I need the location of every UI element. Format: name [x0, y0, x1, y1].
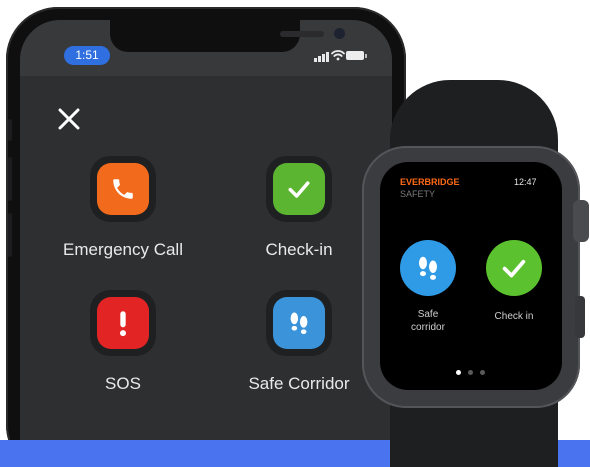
- close-icon[interactable]: [54, 104, 84, 134]
- emergency-call-label: Emergency Call: [63, 240, 183, 259]
- footsteps-icon: [273, 297, 325, 349]
- speaker-grille: [280, 31, 324, 37]
- watch-time: 12:47: [514, 177, 537, 187]
- exclamation-icon: [97, 297, 149, 349]
- safe-corridor-label: Safe Corridor: [248, 374, 350, 393]
- watch-band-bottom: [390, 400, 558, 467]
- watch-app-subtitle: SAFETY: [400, 189, 436, 199]
- volume-down-button: [8, 213, 12, 257]
- mute-switch: [8, 119, 12, 141]
- watch-side-button[interactable]: [575, 296, 585, 338]
- status-icons: [314, 48, 378, 64]
- phone-icon: [97, 163, 149, 215]
- watch-screen: EVERBRIDGE SAFETY 12:47 Safe corridor Ch…: [380, 162, 562, 390]
- smartphone: 1:51 Emergency Call Check-in SOS Safe Co…: [6, 7, 406, 467]
- check-icon: [273, 163, 325, 215]
- front-camera: [334, 28, 345, 39]
- footsteps-icon: [400, 240, 456, 296]
- check-in-label: Check-in: [265, 240, 333, 259]
- battery-icon: [346, 51, 364, 60]
- sos-label: SOS: [105, 374, 141, 393]
- digital-crown[interactable]: [573, 200, 589, 242]
- marketing-canvas: 1:51 Emergency Call Check-in SOS Safe Co…: [0, 0, 590, 467]
- phone-screen: 1:51 Emergency Call Check-in SOS Safe Co…: [20, 20, 392, 467]
- watch-app-brand: EVERBRIDGE: [400, 177, 460, 187]
- wifi-icon: [331, 50, 345, 61]
- status-time: 1:51: [64, 46, 110, 65]
- watch-safe-corridor-label: Safe corridor: [411, 309, 445, 333]
- volume-up-button: [8, 157, 12, 201]
- notch: [110, 20, 345, 52]
- watch-check-in-label: Check in: [494, 311, 534, 322]
- status-bar: 1:51: [20, 20, 392, 76]
- check-icon: [486, 240, 542, 296]
